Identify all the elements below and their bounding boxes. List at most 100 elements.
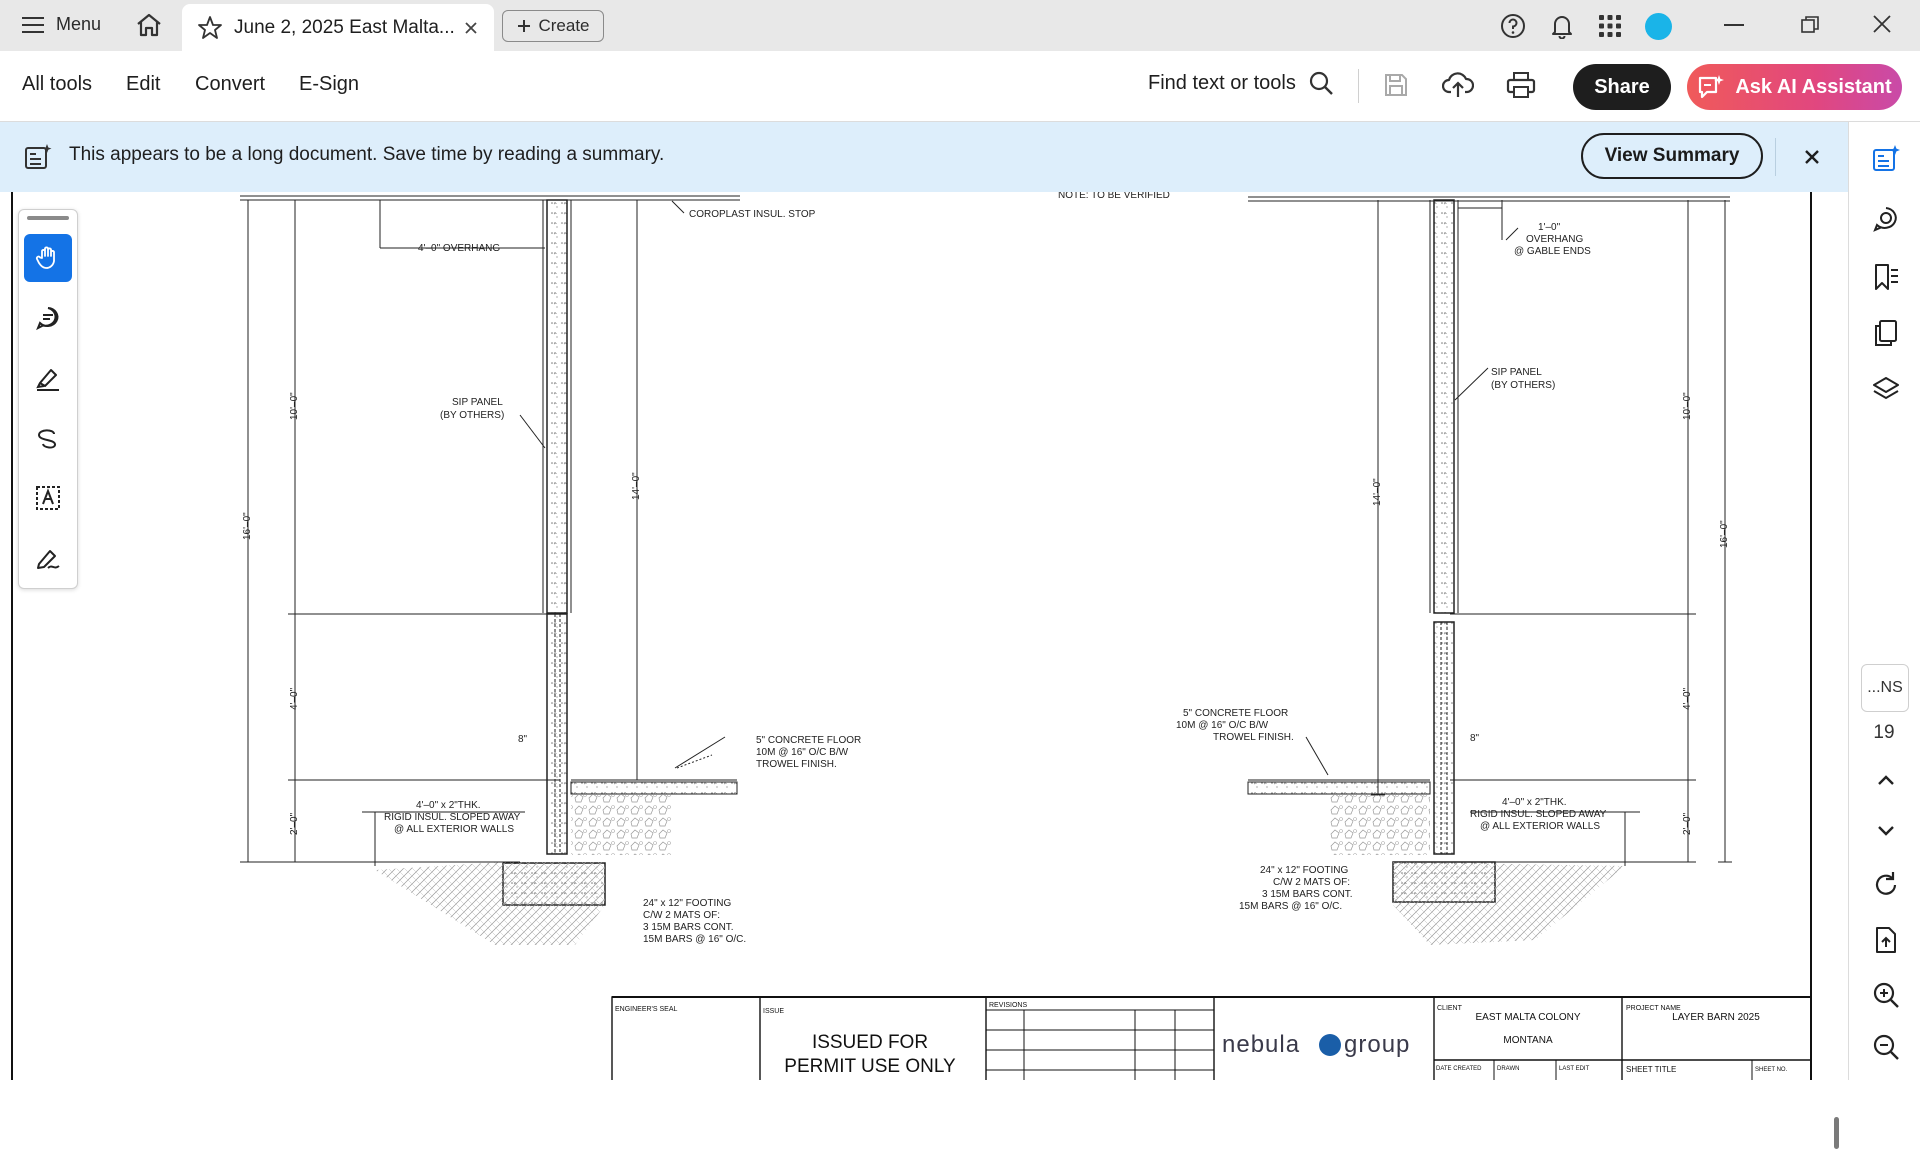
- zoom-in-icon[interactable]: [1871, 980, 1901, 1010]
- home-icon: [137, 13, 161, 37]
- issued-for-line-2: PERMIT USE ONLY: [784, 1056, 956, 1077]
- draw-tool-button[interactable]: [24, 414, 72, 462]
- save-icon[interactable]: [1383, 72, 1409, 98]
- bookmarks-rail-icon[interactable]: [1871, 262, 1901, 292]
- main-toolbar: All tools Edit Convert E-Sign Find text …: [0, 51, 1920, 122]
- issue-label: ISSUE: [763, 1008, 784, 1015]
- home-button[interactable]: [135, 12, 163, 38]
- comment-tool-button[interactable]: [24, 294, 72, 342]
- page-tools-icon[interactable]: [1871, 925, 1901, 955]
- logo-group: group: [1344, 1031, 1410, 1058]
- menu-button[interactable]: Menu: [22, 14, 101, 35]
- minimize-icon[interactable]: [1724, 24, 1744, 26]
- rotate-icon[interactable]: [1871, 870, 1901, 900]
- drawing-page: 16'–0" 10'–0" 4'–0" 2'–0" 14'–0" 8" 4'–0…: [11, 192, 1812, 1080]
- right-footing-label-3: 3 15M BARS CONT.: [1262, 889, 1353, 900]
- esign-menu[interactable]: E-Sign: [299, 73, 359, 96]
- left-dim-14: 14'–0": [631, 472, 642, 500]
- ask-ai-assistant-button[interactable]: Ask AI Assistant: [1687, 64, 1902, 110]
- left-footing-label-4: 15M BARS @ 16" O/C.: [643, 934, 746, 945]
- right-footing-label-1: 24" x 12" FOOTING: [1260, 865, 1348, 876]
- hand-tool-button[interactable]: [24, 234, 72, 282]
- layers-rail-icon[interactable]: [1871, 374, 1901, 404]
- star-icon[interactable]: [197, 15, 223, 41]
- title-bar: Menu June 2, 2025 East Malta... Create: [0, 0, 1920, 51]
- logo-nebula: nebula: [1222, 1031, 1300, 1058]
- right-dim-8: 8": [1470, 733, 1480, 744]
- banner-divider: [1775, 138, 1776, 176]
- ai-label: Ask AI Assistant: [1735, 75, 1892, 98]
- left-dimension-labels: 16'–0" 10'–0" 4'–0" 2'–0" 14'–0" 8" 4'–0…: [242, 192, 1170, 945]
- freehand-icon: [37, 429, 56, 449]
- text-tool-button[interactable]: [24, 474, 72, 522]
- ai-assistant-icon: [1699, 75, 1725, 99]
- right-insul-label-2: RIGID INSUL. SLOPED AWAY: [1470, 809, 1607, 820]
- close-tab-icon[interactable]: [463, 20, 479, 36]
- date-created-label: DATE CREATED: [1436, 1066, 1482, 1072]
- tab-title: June 2, 2025 East Malta...: [234, 17, 455, 38]
- right-insul-label-1: 4'–0" x 2"THK.: [1502, 797, 1567, 808]
- document-viewer[interactable]: 16'–0" 10'–0" 4'–0" 2'–0" 14'–0" 8" 4'–0…: [0, 192, 1848, 1149]
- restore-icon[interactable]: [1801, 16, 1819, 34]
- left-insul-label-3: @ ALL EXTERIOR WALLS: [394, 824, 514, 835]
- current-page-number: 19: [1873, 722, 1895, 743]
- search-icon: [1309, 71, 1333, 95]
- pages-rail-icon[interactable]: [1871, 318, 1901, 348]
- document-tab[interactable]: June 2, 2025 East Malta...: [182, 4, 494, 51]
- panel-drag-handle[interactable]: [27, 216, 69, 220]
- right-footing-label-4: 15M BARS @ 16" O/C.: [1239, 901, 1342, 912]
- sign-tool-button[interactable]: [24, 534, 72, 582]
- zoom-out-icon[interactable]: [1871, 1032, 1901, 1062]
- note-label: NOTE: TO BE VERIFIED: [1058, 192, 1170, 201]
- right-floor-label-3: TROWEL FINISH.: [1213, 732, 1294, 743]
- left-dim-16: 16'–0": [242, 512, 253, 540]
- left-floor-label-2: 10M @ 16" O/C B/W: [756, 747, 849, 758]
- plus-icon: [518, 20, 531, 32]
- left-floor-label-1: 5" CONCRETE FLOOR: [756, 735, 861, 746]
- bell-icon[interactable]: [1549, 13, 1575, 39]
- create-button[interactable]: Create: [502, 10, 604, 42]
- sheet-no-label: SHEET NO.: [1755, 1067, 1788, 1073]
- summary-banner: This appears to be a long document. Save…: [0, 122, 1848, 192]
- left-insul-label-1: 4'–0" x 2"THK.: [416, 800, 481, 811]
- chevron-up-icon[interactable]: [1871, 765, 1901, 795]
- close-window-icon[interactable]: [1873, 15, 1891, 33]
- close-banner-icon[interactable]: [1804, 149, 1820, 165]
- cloud-upload-icon[interactable]: [1442, 70, 1474, 100]
- chevron-down-icon[interactable]: [1871, 816, 1901, 846]
- client-label: CLIENT: [1437, 1005, 1463, 1012]
- print-icon[interactable]: [1506, 71, 1536, 99]
- share-button[interactable]: Share: [1573, 64, 1671, 110]
- create-label: Create: [538, 16, 590, 35]
- help-icon[interactable]: [1500, 13, 1526, 39]
- sheet-title-label: SHEET TITLE: [1626, 1065, 1676, 1074]
- right-dim-16: 16'–0": [1719, 520, 1730, 548]
- project-name: LAYER BARN 2025: [1672, 1012, 1760, 1023]
- page-label-box[interactable]: ...NS: [1861, 664, 1909, 712]
- right-insul-label-3: @ ALL EXTERIOR WALLS: [1480, 821, 1600, 832]
- scrollbar-thumb[interactable]: [1834, 1117, 1839, 1149]
- find-tools-button[interactable]: Find text or tools: [1148, 70, 1334, 96]
- right-rail: [1848, 122, 1920, 1080]
- logo-mark-icon: [1319, 1034, 1341, 1056]
- right-overhang-3: @ GABLE ENDS: [1514, 246, 1591, 257]
- pen-sign-icon: [37, 550, 60, 569]
- edit-menu[interactable]: Edit: [126, 73, 160, 96]
- avatar[interactable]: [1645, 13, 1672, 40]
- comments-rail-icon[interactable]: [1871, 204, 1901, 234]
- left-footing-label-3: 3 15M BARS CONT.: [643, 922, 734, 933]
- convert-menu[interactable]: Convert: [195, 73, 265, 96]
- right-overhang-1: 1'–0": [1538, 222, 1561, 233]
- view-summary-button[interactable]: View Summary: [1581, 133, 1763, 179]
- engineers-seal-label: ENGINEER'S SEAL: [615, 1006, 678, 1013]
- banner-message: This appears to be a long document. Save…: [69, 144, 665, 165]
- ai-summary-rail-icon[interactable]: [1871, 144, 1901, 174]
- highlight-tool-button[interactable]: [24, 354, 72, 402]
- right-wall-section: [1247, 196, 1732, 945]
- summary-icon: [25, 144, 52, 169]
- left-dim-2: 2'–0": [289, 812, 300, 835]
- left-sip-label-2: (BY OTHERS): [440, 410, 504, 421]
- all-tools-menu[interactable]: All tools: [22, 73, 92, 96]
- issued-for-line-1: ISSUED FOR: [812, 1032, 928, 1053]
- apps-grid-icon[interactable]: [1599, 15, 1621, 37]
